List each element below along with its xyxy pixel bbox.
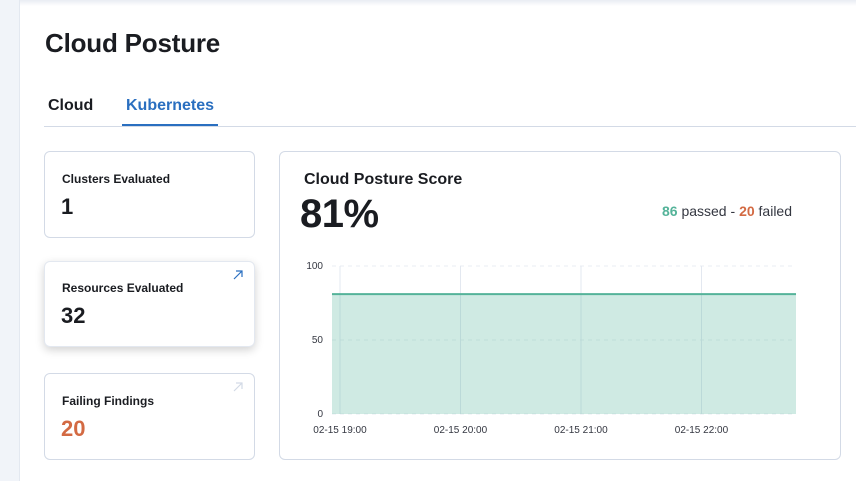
- posture-score-card: Cloud Posture Score 81% 86 passed - 20 f…: [279, 151, 841, 460]
- y-tick-label: 100: [306, 261, 323, 272]
- x-tick-label: 02-15 22:00: [675, 425, 729, 436]
- left-rail: [0, 0, 20, 481]
- tab-bar: Cloud Kubernetes: [44, 92, 856, 127]
- arrow-up-right-icon[interactable]: [231, 380, 245, 394]
- tab-kubernetes[interactable]: Kubernetes: [122, 92, 219, 126]
- score-area: [332, 294, 796, 414]
- resources-evaluated-label: Resources Evaluated: [62, 281, 184, 295]
- failing-findings-value: 20: [61, 416, 86, 441]
- y-tick-label: 0: [317, 409, 323, 420]
- failing-findings-label: Failing Findings: [62, 394, 154, 408]
- posture-trend-chart: 0 50 100 02-15 19:00 02-15 20:00 02-15 21:00 0…: [306, 261, 797, 436]
- x-tick-label: 02-15 19:00: [313, 425, 367, 436]
- arrow-up-right-icon[interactable]: [231, 268, 245, 282]
- header-shadow: [20, 0, 856, 6]
- failing-findings-card[interactable]: Failing Findings 20: [44, 373, 255, 460]
- clusters-evaluated-card: Clusters Evaluated 1: [44, 151, 255, 238]
- resources-evaluated-value: 32: [61, 303, 86, 328]
- resources-evaluated-card[interactable]: Resources Evaluated 32: [44, 261, 255, 347]
- page-title: Cloud Posture: [45, 28, 221, 58]
- clusters-evaluated-value: 1: [61, 194, 74, 219]
- y-tick-label: 50: [312, 335, 324, 346]
- clusters-evaluated-label: Clusters Evaluated: [62, 172, 171, 186]
- x-tick-label: 02-15 20:00: [434, 425, 488, 436]
- tab-cloud[interactable]: Cloud: [44, 92, 97, 127]
- x-tick-label: 02-15 21:00: [554, 425, 608, 436]
